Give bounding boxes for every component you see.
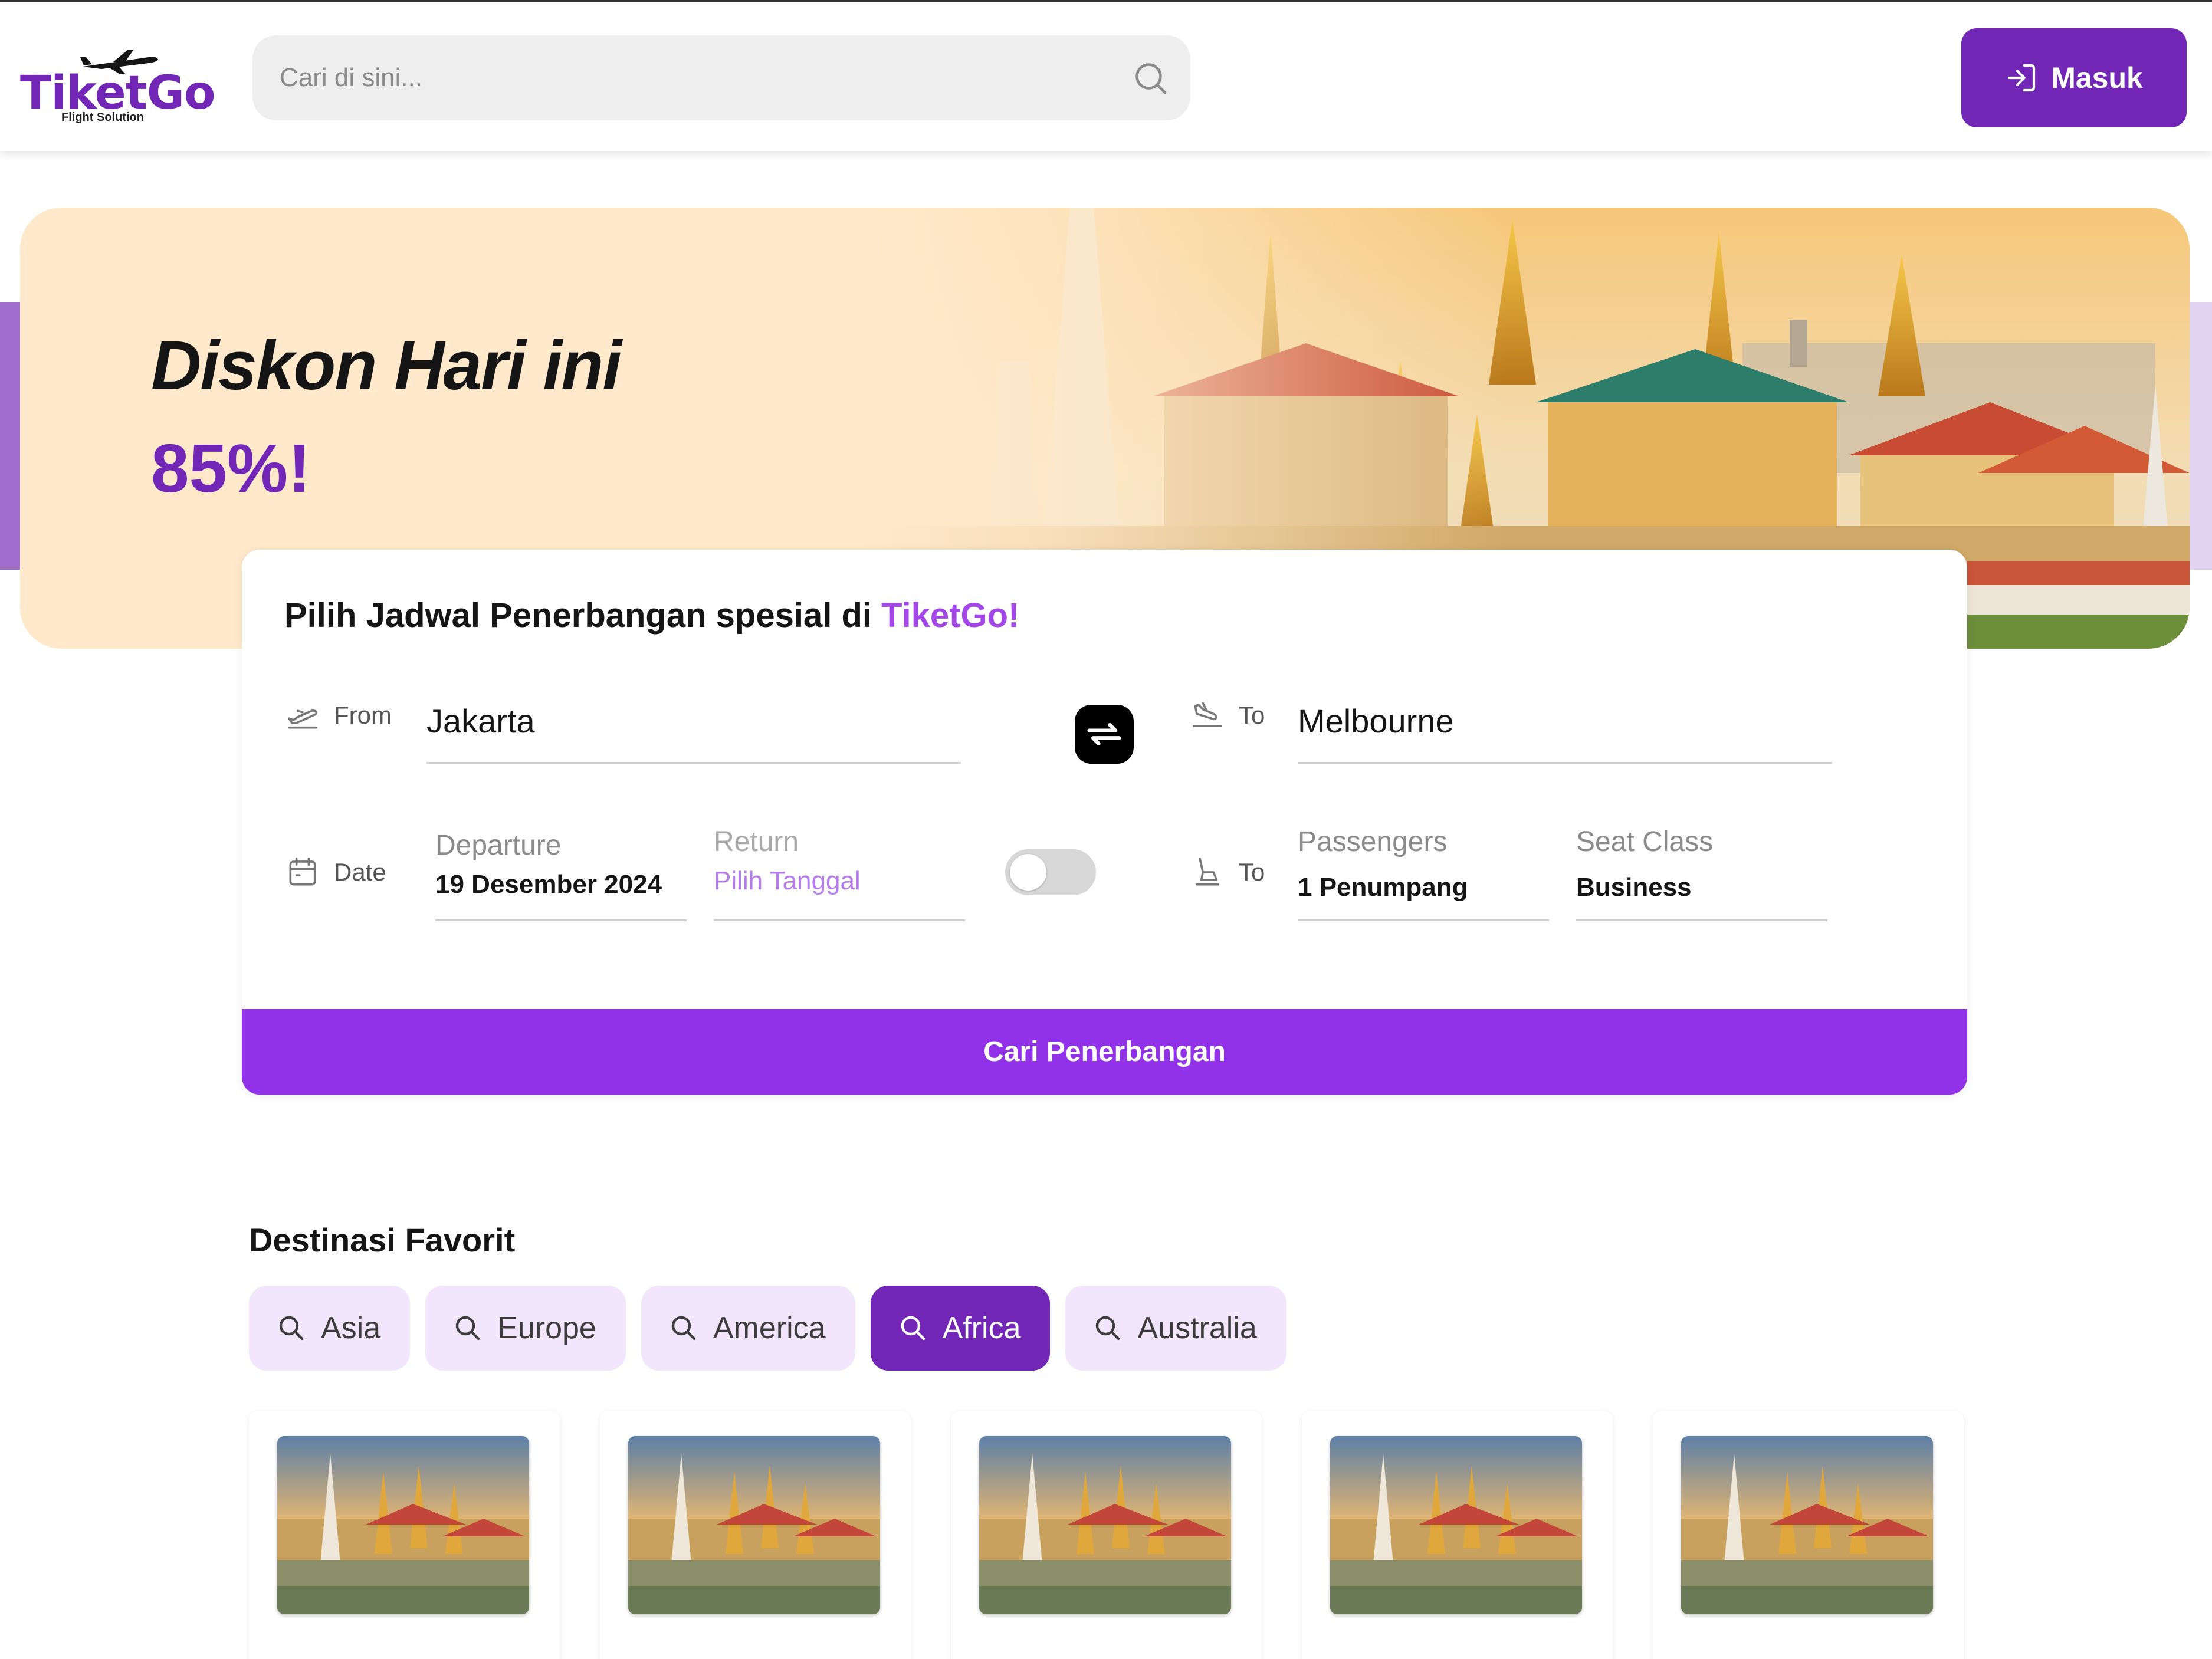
chip-australia[interactable]: Australia — [1065, 1286, 1286, 1371]
hero-discount: 85%! — [151, 430, 311, 507]
search-icon[interactable] — [1133, 60, 1168, 96]
destination-card[interactable] — [951, 1411, 1262, 1659]
to-value[interactable]: Melbourne — [1298, 702, 1454, 740]
to-label-text: To — [1239, 701, 1265, 729]
return-underline — [714, 919, 965, 921]
chip-label: Australia — [1137, 1311, 1257, 1345]
destination-cards — [249, 1411, 1964, 1659]
login-label: Masuk — [2051, 61, 2143, 94]
return-toggle-knob — [1010, 854, 1046, 891]
chip-america[interactable]: America — [641, 1286, 855, 1371]
passengers-label: Passengers — [1298, 826, 1448, 858]
departure-underline — [435, 919, 687, 921]
top-navbar: TiketGo Flight Solution Masuk — [0, 2, 2212, 151]
logo-subtitle: Flight Solution — [61, 111, 144, 124]
chip-asia[interactable]: Asia — [249, 1286, 411, 1371]
swap-button[interactable] — [1075, 705, 1134, 764]
from-underline — [426, 762, 961, 764]
return-value[interactable]: Pilih Tanggal — [714, 866, 861, 896]
search-icon — [1096, 1316, 1120, 1341]
search-icon — [671, 1316, 696, 1341]
chip-label: America — [713, 1311, 826, 1345]
plane-landing-icon — [1192, 702, 1223, 727]
chip-label: Africa — [942, 1311, 1021, 1345]
destination-card[interactable] — [600, 1411, 911, 1659]
departure-label: Departure — [435, 830, 562, 861]
chip-label: Europe — [497, 1311, 596, 1345]
to-label: To — [1189, 697, 1265, 734]
destination-image — [628, 1436, 880, 1614]
from-label-text: From — [334, 701, 392, 729]
departure-value[interactable]: 19 Desember 2024 — [435, 870, 662, 899]
search-card-title-brand: TiketGo! — [881, 596, 1020, 635]
chip-europe[interactable]: Europe — [425, 1286, 626, 1371]
tiketgo-logo[interactable]: TiketGo Flight Solution — [20, 49, 216, 132]
hero-side-accent-left — [0, 302, 20, 570]
seat-class-underline — [1576, 919, 1827, 921]
login-icon — [2008, 64, 2036, 92]
search-card-title: Pilih Jadwal Penerbangan spesial di Tike… — [284, 596, 1019, 635]
destination-card[interactable] — [1653, 1411, 1964, 1659]
login-button[interactable]: Masuk — [1961, 28, 2187, 127]
hero-title: Diskon Hari ini — [151, 327, 622, 405]
favorites-title: Destinasi Favorit — [249, 1221, 516, 1259]
search-input[interactable] — [280, 35, 1105, 120]
from-label: From — [284, 697, 392, 734]
return-label: Return — [714, 826, 799, 858]
passengers-underline — [1298, 919, 1549, 921]
date-label: Date — [284, 854, 386, 891]
destination-image — [979, 1436, 1231, 1614]
from-value[interactable]: Jakarta — [426, 702, 535, 740]
return-toggle[interactable] — [1005, 849, 1096, 895]
calendar-icon — [289, 857, 316, 886]
passenger-label-text: To — [1239, 858, 1265, 886]
destination-card[interactable] — [249, 1411, 560, 1659]
region-filter-chips: Asia Europe America Africa Australia — [249, 1286, 1286, 1371]
destination-card[interactable] — [1302, 1411, 1613, 1659]
chip-label: Asia — [321, 1311, 381, 1345]
hero-side-accent-right — [2190, 302, 2212, 570]
destination-image — [1681, 1436, 1933, 1614]
search-card-title-text: Pilih Jadwal Penerbangan spesial di — [284, 596, 882, 635]
passenger-label: To — [1189, 854, 1265, 891]
search-bar[interactable] — [252, 35, 1190, 120]
destination-image — [1330, 1436, 1582, 1614]
to-underline — [1298, 762, 1832, 764]
passengers-value[interactable]: 1 Penumpang — [1298, 873, 1468, 902]
seat-class-value[interactable]: Business — [1576, 873, 1692, 902]
search-icon — [279, 1316, 304, 1341]
seat-class-label: Seat Class — [1576, 826, 1714, 858]
search-icon — [455, 1316, 480, 1341]
destination-image — [277, 1436, 529, 1614]
swap-icon — [1087, 723, 1121, 745]
plane-takeoff-icon — [287, 709, 318, 729]
search-icon — [901, 1316, 925, 1341]
seat-icon — [1196, 857, 1219, 886]
date-label-text: Date — [334, 858, 386, 886]
chip-africa[interactable]: Africa — [870, 1286, 1051, 1371]
search-flight-button[interactable]: Cari Penerbangan — [242, 1009, 1967, 1095]
flight-search-card: Pilih Jadwal Penerbangan spesial di Tike… — [242, 550, 1967, 1095]
